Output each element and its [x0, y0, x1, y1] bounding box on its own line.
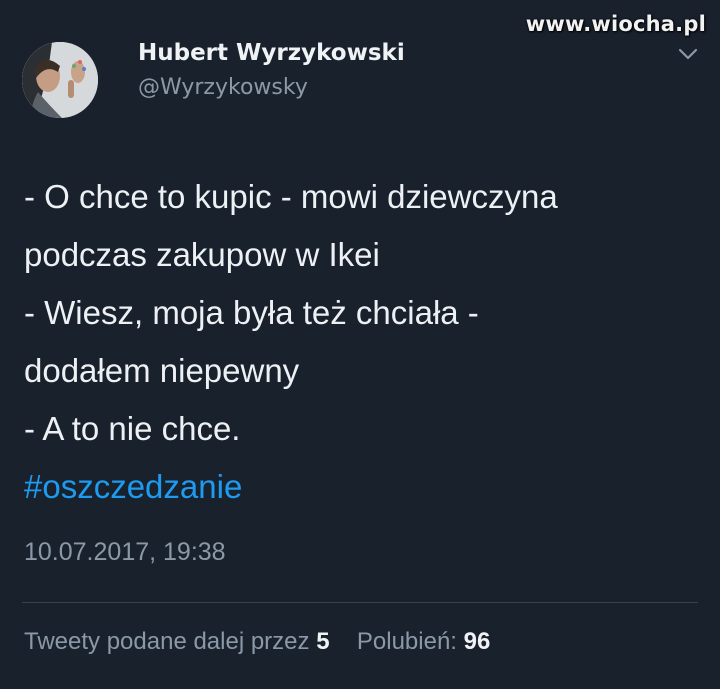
retweets-label[interactable]: Tweety podane dalej przez: [24, 628, 310, 655]
tweet-text-line: podczas zakupow w Ikei: [24, 236, 380, 273]
tweet-text-line: - A to nie chce.: [24, 410, 241, 447]
avatar-photo-icon: [22, 42, 98, 118]
tweet-timestamp[interactable]: 10.07.2017, 19:38: [24, 538, 226, 567]
author-name[interactable]: Hubert Wyrzykowski: [138, 40, 405, 66]
chevron-down-icon[interactable]: [676, 42, 700, 66]
retweets-count[interactable]: 5: [316, 628, 329, 655]
divider: [22, 602, 698, 603]
author-handle[interactable]: @Wyrzykowsky: [138, 75, 308, 100]
tweet-body: - O chce to kupic - mowi dziewczyna podc…: [24, 168, 704, 516]
avatar[interactable]: [22, 42, 98, 118]
likes-count[interactable]: 96: [464, 628, 491, 655]
hashtag-link[interactable]: #oszczedzanie: [24, 458, 704, 516]
tweet-header: Hubert Wyrzykowski @Wyrzykowsky: [22, 32, 700, 122]
tweet-text-line: - Wiesz, moja była też chciała -: [24, 294, 479, 331]
likes-label[interactable]: Polubień:: [357, 628, 457, 655]
tweet-text-line: - O chce to kupic - mowi dziewczyna: [24, 178, 558, 215]
tweet-text-line: dodałem niepewny: [24, 352, 300, 389]
tweet-stats: Tweety podane dalej przez 5 Polubień: 96: [24, 628, 490, 656]
